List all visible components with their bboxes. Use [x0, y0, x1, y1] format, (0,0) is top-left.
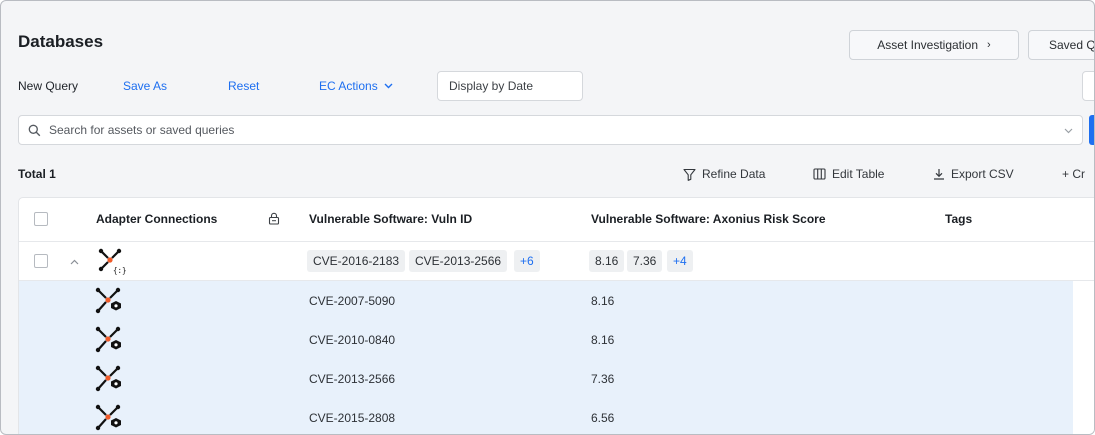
lock-icon[interactable] — [268, 212, 280, 225]
chevron-down-icon[interactable] — [1064, 128, 1073, 134]
search-icon — [28, 124, 41, 136]
adapter-icon — [95, 326, 121, 353]
list-item[interactable]: CVE-2013-2566 7.36 — [19, 359, 1073, 398]
vuln-id: CVE-2010-0840 — [309, 333, 396, 347]
columns-icon — [813, 168, 826, 180]
column-header-risk-score[interactable]: Vulnerable Software: Axonius Risk Score — [591, 212, 826, 226]
search-submit-button[interactable] — [1089, 115, 1094, 145]
column-header-tags[interactable]: Tags — [945, 212, 972, 226]
export-csv-button[interactable]: Export CSV — [933, 167, 1014, 181]
create-label: + Cr — [1062, 167, 1086, 181]
vuln-id-chip: CVE-2013-2566 — [409, 250, 508, 272]
edit-table-button[interactable]: Edit Table — [813, 167, 884, 181]
download-icon — [934, 169, 944, 180]
vuln-id-more-chip[interactable]: +6 — [514, 250, 540, 272]
risk-score: 6.56 — [591, 411, 615, 425]
adapter-icon — [95, 404, 121, 431]
column-header-vuln-id[interactable]: Vulnerable Software: Vuln ID — [309, 212, 472, 226]
adapter-icon — [95, 287, 121, 314]
row-checkbox[interactable] — [34, 254, 48, 268]
vuln-id: CVE-2015-2808 — [309, 411, 396, 425]
filter-icon — [683, 168, 696, 181]
page-title: Databases — [18, 32, 104, 51]
svg-text:{:}: {:} — [113, 266, 126, 275]
saved-queries-button[interactable]: Saved Q — [1028, 30, 1095, 60]
ec-actions-dropdown[interactable]: EC Actions — [319, 79, 393, 93]
header-divider — [19, 241, 1094, 242]
risk-score: 7.36 — [591, 372, 615, 386]
saved-queries-label: Saved Q — [1049, 38, 1095, 52]
display-by-date-label: Display by Date — [449, 79, 534, 93]
list-item[interactable]: CVE-2007-5090 8.16 — [19, 281, 1073, 320]
save-as-link[interactable]: Save As — [123, 79, 167, 93]
asset-investigation-button[interactable]: Asset Investigation › — [849, 30, 1019, 60]
total-count: Total 1 — [18, 167, 56, 181]
vuln-id: CVE-2007-5090 — [309, 294, 396, 308]
risk-score-chip: 8.16 — [589, 250, 625, 272]
create-button[interactable]: + Cr — [1062, 167, 1085, 181]
refine-data-label: Refine Data — [702, 167, 766, 181]
adapter-icon: {:} — [98, 248, 126, 275]
column-header-adapter-connections[interactable]: Adapter Connections — [96, 212, 217, 226]
chevron-right-icon: › — [987, 39, 991, 51]
list-item[interactable]: CVE-2015-2808 6.56 — [19, 398, 1073, 434]
results-table: Adapter Connections Vulnerable Software:… — [18, 197, 1094, 434]
new-query-label: New Query — [18, 79, 79, 93]
vuln-id-chip: CVE-2016-2183 — [307, 250, 406, 272]
risk-score-more-chip[interactable]: +4 — [667, 250, 693, 272]
toolbar-right-control[interactable] — [1082, 71, 1094, 101]
reset-link[interactable]: Reset — [228, 79, 259, 93]
adapter-icon — [95, 365, 121, 392]
search-placeholder: Search for assets or saved queries — [49, 123, 235, 137]
list-item[interactable]: CVE-2010-0840 8.16 — [19, 320, 1073, 359]
export-csv-label: Export CSV — [951, 167, 1014, 181]
display-by-date-field[interactable]: Display by Date — [437, 71, 583, 101]
refine-data-button[interactable]: Refine Data — [683, 167, 765, 181]
expanded-rows: CVE-2007-5090 8.16 CVE-2010-0840 8.16 CV… — [19, 281, 1073, 434]
vuln-id: CVE-2013-2566 — [309, 372, 396, 386]
risk-score-chip: 7.36 — [627, 250, 663, 272]
chevron-down-icon — [384, 83, 393, 89]
risk-score: 8.16 — [591, 333, 615, 347]
risk-score: 8.16 — [591, 294, 615, 308]
edit-table-label: Edit Table — [832, 167, 885, 181]
select-all-checkbox[interactable] — [34, 212, 48, 226]
search-input[interactable]: Search for assets or saved queries — [18, 115, 1083, 145]
chevron-up-icon[interactable] — [70, 259, 79, 265]
asset-investigation-label: Asset Investigation — [877, 38, 979, 52]
ec-actions-label: EC Actions — [319, 79, 378, 93]
app-window: Databases Asset Investigation › Saved Q … — [0, 0, 1095, 435]
